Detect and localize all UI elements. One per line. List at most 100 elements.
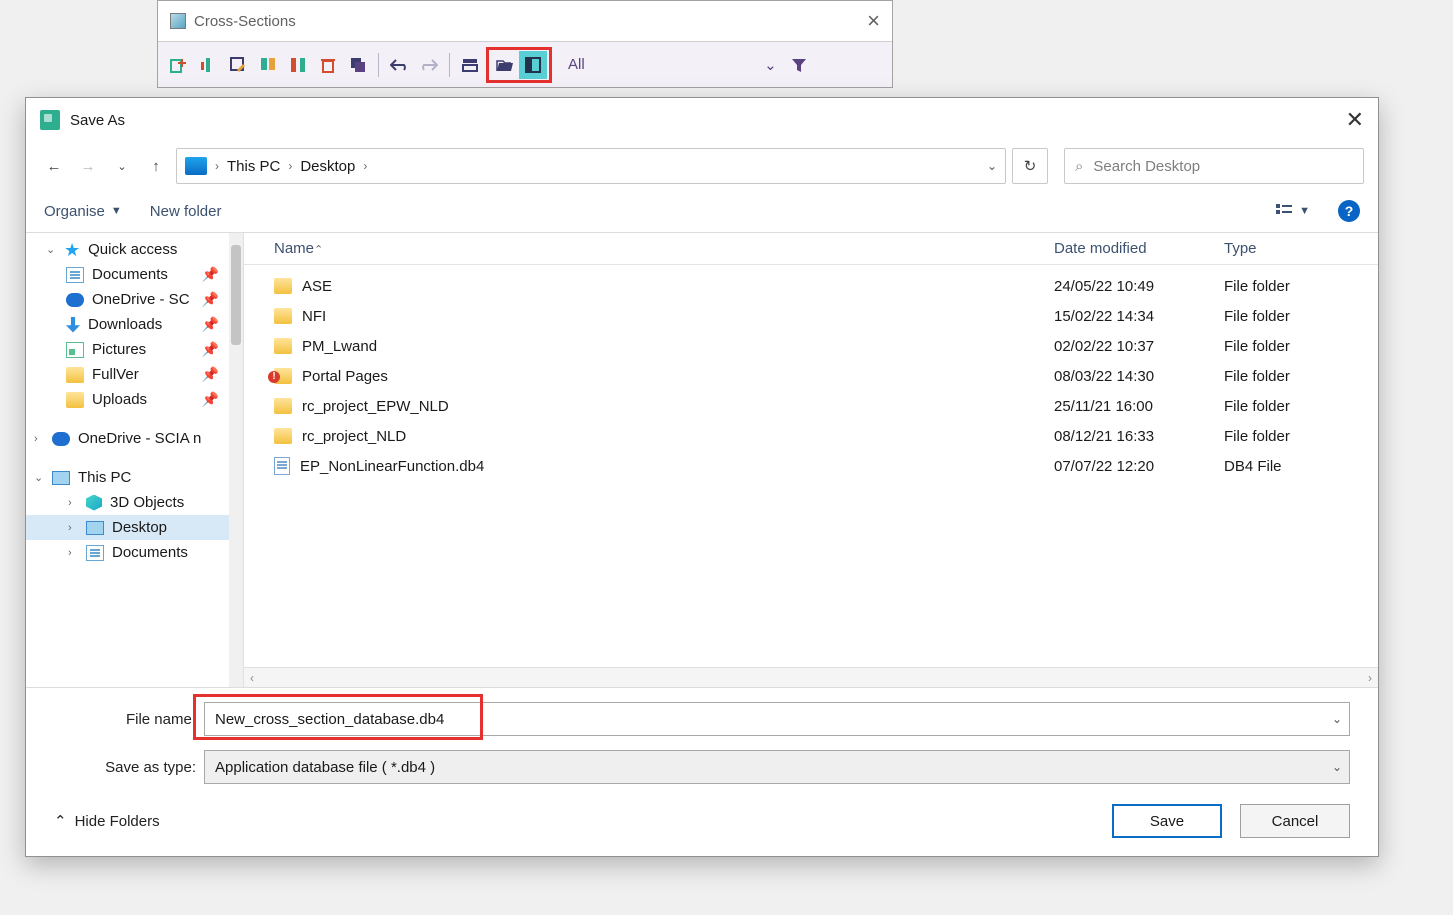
chevron-right-icon[interactable]: › [213, 159, 221, 173]
sidebar-item-onedrive[interactable]: OneDrive - SC📌 [26, 287, 243, 312]
file-type: DB4 File [1224, 458, 1364, 475]
cross-sections-toolbar: All ⌄ [158, 41, 892, 87]
chevron-down-icon[interactable]: ⌄ [46, 243, 56, 256]
pictures-icon [66, 342, 84, 358]
chevron-down-icon[interactable]: ⌄ [587, 56, 777, 74]
file-type: File folder [1224, 338, 1364, 355]
toolbar-edit-icon[interactable] [224, 51, 252, 79]
column-date[interactable]: Date modified [1054, 240, 1224, 257]
chevron-down-icon[interactable]: ⌄ [987, 159, 997, 173]
search-icon: ⌕ [1075, 158, 1083, 175]
breadcrumb-folder[interactable]: Desktop [300, 158, 355, 175]
file-name-text: rc_project_NLD [302, 428, 406, 445]
toolbar-section-view-icon[interactable] [456, 51, 484, 79]
toolbar-filter-icon[interactable] [785, 51, 813, 79]
close-icon[interactable]: × [867, 8, 880, 34]
toolbar-undo-icon[interactable] [385, 51, 413, 79]
chevron-right-icon[interactable]: › [361, 159, 369, 173]
filename-value: New_cross_section_database.db4 [215, 711, 444, 728]
new-folder-button[interactable]: New folder [150, 203, 222, 220]
recent-locations-dropdown[interactable]: ⌄ [108, 152, 136, 180]
hide-folders-button[interactable]: ⌃ Hide Folders [54, 812, 160, 830]
sidebar-scrollbar[interactable] [229, 233, 243, 687]
refresh-button[interactable]: ↻ [1012, 148, 1048, 184]
file-date: 02/02/22 10:37 [1054, 338, 1224, 355]
chevron-right-icon[interactable]: › [68, 497, 78, 509]
chevron-down-icon[interactable]: ⌄ [1332, 760, 1342, 774]
cancel-button[interactable]: Cancel [1240, 804, 1350, 838]
sidebar-item-documents[interactable]: Documents📌 [26, 262, 243, 287]
sidebar-item-3d-objects[interactable]: ›3D Objects [26, 490, 243, 515]
star-icon: ★ [64, 242, 80, 258]
sidebar-onedrive-root[interactable]: › OneDrive - SCIA n [26, 426, 243, 451]
chevron-right-icon[interactable]: › [68, 547, 78, 559]
folder-icon [274, 338, 292, 354]
file-type: File folder [1224, 428, 1364, 445]
sidebar-item-fullver[interactable]: FullVer📌 [26, 362, 243, 387]
file-name-text: Portal Pages [302, 368, 388, 385]
search-input[interactable]: ⌕ Search Desktop [1064, 148, 1364, 184]
up-button[interactable]: ↑ [142, 152, 170, 180]
sidebar-item-documents-pc[interactable]: › Documents [26, 540, 243, 565]
file-date: 08/12/21 16:33 [1054, 428, 1224, 445]
help-button[interactable]: ? [1338, 200, 1360, 222]
toolbar-redo-icon[interactable] [415, 51, 443, 79]
file-list: ASE24/05/22 10:49File folder NFI 15/02/22 … [244, 265, 1378, 667]
file-date: 25/11/21 16:00 [1054, 398, 1224, 415]
column-type[interactable]: Type [1224, 240, 1364, 257]
toolbar-duplicate-icon[interactable] [344, 51, 372, 79]
file-date: 08/03/22 14:30 [1054, 368, 1224, 385]
folder-icon [274, 398, 292, 414]
toolbar-open-db-icon[interactable] [491, 51, 519, 79]
sidebar-item-uploads[interactable]: Uploads📌 [26, 387, 243, 412]
breadcrumb[interactable]: › This PC › Desktop › ⌄ [176, 148, 1006, 184]
toolbar-new-icon[interactable] [164, 51, 192, 79]
file-type: File folder [1224, 308, 1364, 325]
forward-button[interactable]: → [74, 152, 102, 180]
close-icon[interactable]: ✕ [1346, 107, 1364, 133]
sidebar-item-label: Documents [112, 544, 188, 561]
sidebar-item-desktop[interactable]: ›Desktop [26, 515, 243, 540]
horizontal-scrollbar[interactable]: ‹› [244, 667, 1378, 687]
toolbar-delete-icon[interactable] [314, 51, 342, 79]
file-date: 15/02/22 14:34 [1054, 308, 1224, 325]
breadcrumb-root[interactable]: This PC [227, 158, 280, 175]
file-row[interactable]: rc_project_EPW_NLD25/11/21 16:00File fol… [244, 391, 1378, 421]
file-row[interactable]: ASE24/05/22 10:49File folder [244, 271, 1378, 301]
save-button[interactable]: Save [1112, 804, 1222, 838]
sidebar-this-pc[interactable]: ⌄ This PC [26, 465, 243, 490]
toolbar-split-icon[interactable] [284, 51, 312, 79]
document-icon [66, 267, 84, 283]
file-name-text: NFI [302, 308, 326, 325]
sidebar-item-label: Pictures [92, 341, 146, 358]
chevron-down-icon[interactable]: ⌄ [1332, 712, 1342, 726]
toolbar-copy-icon[interactable] [254, 51, 282, 79]
toolbar-filter-label[interactable]: All [568, 56, 585, 73]
file-row[interactable]: Portal Pages08/03/22 14:30File folder [244, 361, 1378, 391]
saveastype-select[interactable]: Application database file ( *.db4 ) [204, 750, 1350, 784]
nav-row: ← → ⌄ ↑ › This PC › Desktop › ⌄ ↻ ⌕ Sear… [26, 142, 1378, 190]
sidebar-quick-access[interactable]: ⌄ ★ Quick access [26, 237, 243, 262]
folder-icon [274, 428, 292, 444]
chevron-right-icon[interactable]: › [286, 159, 294, 173]
file-row[interactable]: rc_project_NLD 08/12/21 16:33File folder [244, 421, 1378, 451]
toolbar-highlight-box [486, 47, 552, 83]
column-name[interactable]: Name⌃ [244, 240, 1054, 257]
chevron-right-icon[interactable]: › [34, 433, 44, 445]
back-button[interactable]: ← [40, 152, 68, 180]
desktop-icon [86, 521, 104, 535]
sidebar-item-pictures[interactable]: Pictures 📌 [26, 337, 243, 362]
pin-icon: 📌 [202, 341, 219, 358]
chevron-right-icon[interactable]: › [68, 522, 78, 534]
view-options-button[interactable]: ▼ [1275, 203, 1310, 219]
toolbar-insert-icon[interactable] [194, 51, 222, 79]
sidebar-item-downloads[interactable]: Downloads📌 [26, 312, 243, 337]
file-name-text: PM_Lwand [302, 338, 377, 355]
organise-button[interactable]: Organise▼ [44, 203, 122, 220]
file-row[interactable]: NFI 15/02/22 14:34File folder [244, 301, 1378, 331]
toolbar-save-db-icon[interactable] [519, 51, 547, 79]
file-row[interactable]: EP_NonLinearFunction.db407/07/22 12:20DB… [244, 451, 1378, 481]
filename-input[interactable]: New_cross_section_database.db4 [204, 702, 1350, 736]
file-row[interactable]: PM_Lwand 02/02/22 10:37File folder [244, 331, 1378, 361]
chevron-down-icon[interactable]: ⌄ [34, 471, 44, 484]
